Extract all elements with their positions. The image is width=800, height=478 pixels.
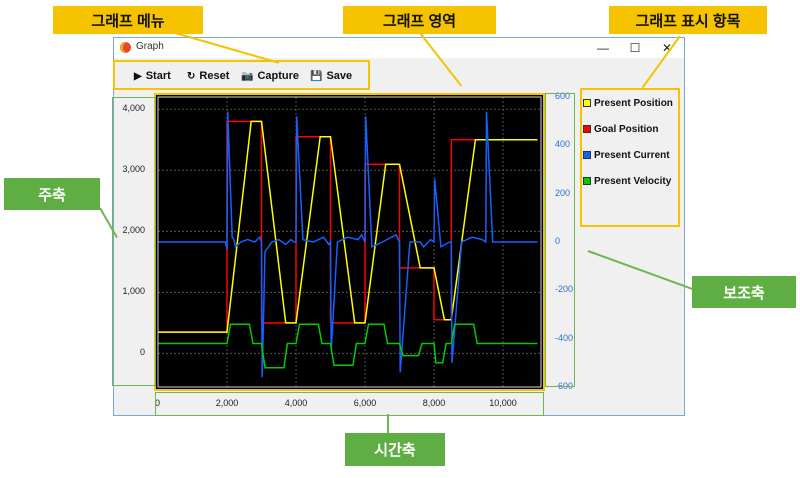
callout-time-axis: 시간축	[345, 433, 445, 466]
callout-graph-area: 그래프 영역	[343, 6, 496, 34]
time-axis-leader	[387, 414, 389, 434]
graph-legend-frame	[580, 88, 680, 227]
graph-area-frame	[154, 93, 545, 391]
secondary-axis-frame	[545, 93, 575, 387]
time-axis-frame	[155, 392, 544, 416]
callout-primary-axis: 주축	[4, 178, 100, 210]
graph-menu-frame	[113, 60, 370, 90]
primary-axis-frame	[112, 97, 156, 386]
callout-graph-menu: 그래프 메뉴	[53, 6, 203, 34]
callout-graph-legend: 그래프 표시 항목	[609, 6, 767, 34]
callout-secondary-axis: 보조축	[692, 276, 796, 308]
